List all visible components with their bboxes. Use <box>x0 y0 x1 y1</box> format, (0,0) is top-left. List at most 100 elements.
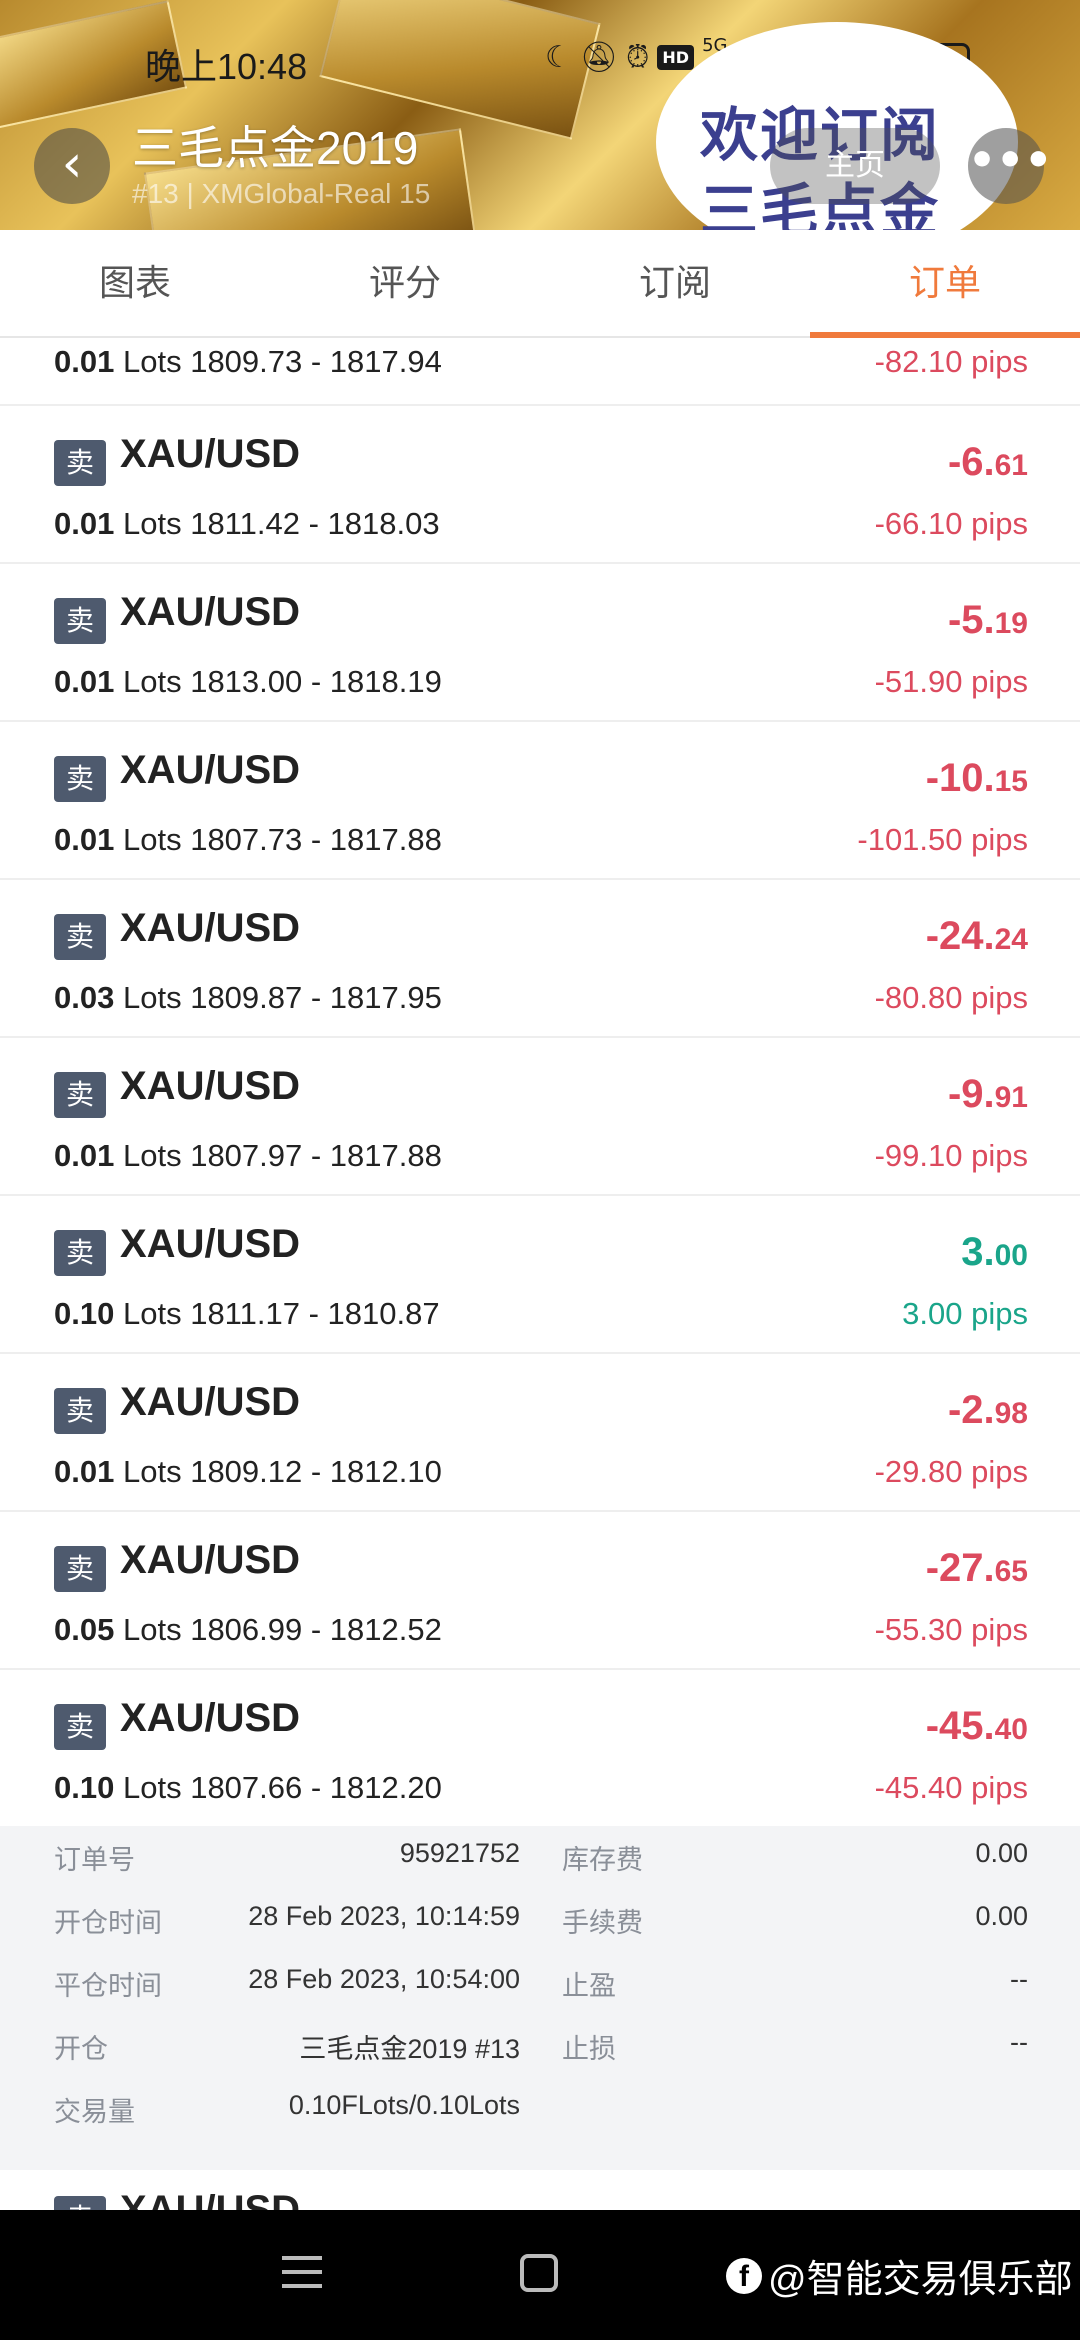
order-row[interactable]: 卖 XAU/USD 0.10 Lots 1811.17 - 1810.87 3.00 3… <box>0 1196 1080 1354</box>
lots-unit: Lots <box>122 1454 182 1489</box>
order-pips: -66.10 pips <box>874 506 1028 541</box>
order-lots-prices: 0.03 Lots 1809.87 - 1817.95 <box>54 980 442 1016</box>
detail-value: -- <box>1010 1964 1028 1994</box>
tab-bar: 图表 评分 订阅 订单 <box>0 230 1080 338</box>
profit-decimal: 91 <box>994 1081 1028 1114</box>
sell-badge: 卖 <box>54 1388 106 1434</box>
status-time: 晚上10:48 <box>145 46 308 87</box>
lots-value: 0.01 <box>54 1454 115 1489</box>
lots-value: 0.10 <box>54 1770 115 1805</box>
detail-row: 交易量 0.10FLots/0.10Lots <box>0 2090 1080 2153</box>
system-nav-bar: f @智能交易俱乐部 <box>0 2210 1080 2340</box>
sell-badge: 卖 <box>54 598 106 644</box>
order-row[interactable]: 卖 XAU/USD 0.05 Lots 1806.99 - 1812.52 -27.6… <box>0 1512 1080 1670</box>
tab-chart[interactable]: 图表 <box>0 230 270 336</box>
detail-value: 28 Feb 2023, 10:54:00 <box>248 1964 520 1994</box>
detail-label: 止盈 <box>562 1971 616 2001</box>
order-list: 0.01 Lots 1809.73 - 1817.94 -82.10 pips … <box>0 340 1080 1828</box>
order-pips: -51.90 pips <box>874 664 1028 699</box>
profit-integer: -24. <box>925 914 995 958</box>
tab-rating[interactable]: 评分 <box>270 230 540 336</box>
lots-unit: Lots <box>122 822 182 857</box>
detail-label: 交易量 <box>54 2097 135 2127</box>
menu-icon[interactable] <box>282 2256 322 2292</box>
order-row[interactable]: 卖 XAU/USD 0.03 Lots 1809.87 - 1817.95 -24.2… <box>0 880 1080 1038</box>
detail-row: 平仓时间 28 Feb 2023, 10:54:00 止盈 -- <box>0 1964 1080 2027</box>
lots-unit: Lots <box>122 980 182 1015</box>
more-options-icon[interactable]: ••• <box>968 128 1052 204</box>
lots-value: 0.01 <box>54 664 115 699</box>
price-range: 1807.73 - 1817.88 <box>190 822 442 857</box>
detail-value: 28 Feb 2023, 10:14:59 <box>248 1901 520 1931</box>
detail-value: 三毛点金2019 #13 <box>299 2034 520 2064</box>
profit-integer: -45. <box>925 1704 995 1748</box>
detail-label: 手续费 <box>562 1908 643 1938</box>
alarm-icon: ⏰︎ <box>626 40 650 75</box>
order-profit: -24.24 <box>926 914 1028 959</box>
profit-integer: -6. <box>947 440 995 484</box>
sell-badge: 卖 <box>54 756 106 802</box>
detail-label: 开仓 <box>54 2034 108 2064</box>
order-profit: -10.15 <box>926 756 1028 801</box>
order-lots-prices: 0.01 Lots 1809.12 - 1812.10 <box>54 1454 442 1490</box>
home-button[interactable]: 主页 <box>770 128 940 204</box>
order-row[interactable]: 卖 XAU/USD 0.01 Lots 1807.73 - 1817.88 -10.1… <box>0 722 1080 880</box>
sell-badge: 卖 <box>54 440 106 486</box>
watermark-text: @智能交易俱乐部 <box>768 2259 1073 2301</box>
order-profit: -9.91 <box>948 1072 1028 1117</box>
back-button[interactable]: ‹ <box>34 128 110 204</box>
detail-row: 开仓 三毛点金2019 #13 止损 -- <box>0 2027 1080 2090</box>
order-pips: -80.80 pips <box>874 980 1028 1015</box>
profit-decimal: 00 <box>994 1239 1028 1272</box>
detail-row: 订单号 95921752 库存费 0.00 <box>0 1838 1080 1901</box>
order-profit: -27.65 <box>926 1546 1028 1591</box>
sell-badge: 卖 <box>54 1072 106 1118</box>
detail-label: 库存费 <box>562 1845 643 1875</box>
lots-value: 0.01 <box>54 1138 115 1173</box>
order-symbol: XAU/USD <box>120 432 301 476</box>
lots-value: 0.10 <box>54 1296 115 1331</box>
order-row[interactable]: 卖 XAU/USD 0.10 Lots 1807.66 - 1812.20 -45.4… <box>0 1670 1080 1828</box>
detail-label: 开仓时间 <box>54 1908 162 1938</box>
profit-integer: -5. <box>947 598 995 642</box>
order-row[interactable]: 卖 XAU/USD <box>0 2170 1080 2210</box>
lots-value: 0.01 <box>54 506 115 541</box>
order-symbol: XAU/USD <box>120 2188 301 2210</box>
order-row[interactable]: 卖 XAU/USD 0.01 Lots 1807.97 - 1817.88 -9.91… <box>0 1038 1080 1196</box>
order-lots-prices: 0.01 Lots 1807.97 - 1817.88 <box>54 1138 442 1174</box>
order-row[interactable]: 0.01 Lots 1809.73 - 1817.94 -82.10 pips <box>0 340 1080 406</box>
hd-badge: HD <box>657 45 695 70</box>
mute-bell-icon: 🔕︎ <box>579 40 618 75</box>
price-range: 1811.17 - 1810.87 <box>190 1296 440 1331</box>
price-range: 1809.87 - 1817.95 <box>190 980 442 1015</box>
lots-unit: Lots <box>122 1612 182 1647</box>
order-lots-prices: 0.01 Lots 1813.00 - 1818.19 <box>54 664 442 700</box>
order-row[interactable]: 卖 XAU/USD 0.01 Lots 1811.42 - 1818.03 -6.61… <box>0 406 1080 564</box>
order-pips: -55.30 pips <box>874 1612 1028 1647</box>
price-range: 1807.97 - 1817.88 <box>190 1138 442 1173</box>
order-detail-panel: 订单号 95921752 库存费 0.00 开仓时间 28 Feb 2023, … <box>0 1826 1080 2170</box>
app-screen: 晚上10:48 ☾ 🔕︎ ⏰︎ HD 5G HD 4G 29 ‹ 三毛点金201… <box>0 0 1080 2340</box>
tab-orders[interactable]: 订单 <box>810 230 1080 338</box>
detail-label: 止损 <box>562 2034 616 2064</box>
order-row[interactable]: 卖 XAU/USD 0.01 Lots 1809.12 - 1812.10 -2.98… <box>0 1354 1080 1512</box>
home-square-icon[interactable] <box>520 2254 558 2292</box>
facebook-icon: f <box>726 2257 762 2294</box>
profit-decimal: 19 <box>994 607 1028 640</box>
price-range: 1807.66 - 1812.20 <box>190 1770 442 1805</box>
lots-value: 0.01 <box>54 344 115 379</box>
account-subtitle: #13 | XMGlobal-Real 15 <box>132 178 431 209</box>
order-symbol: XAU/USD <box>120 1538 301 1582</box>
profit-decimal: 98 <box>994 1397 1028 1430</box>
tab-subscribe[interactable]: 订阅 <box>540 230 810 336</box>
detail-label: 平仓时间 <box>54 1971 162 2001</box>
order-pips: -101.50 pips <box>857 822 1028 857</box>
price-range: 1806.99 - 1812.52 <box>190 1612 442 1647</box>
detail-label: 订单号 <box>54 1845 135 1875</box>
order-symbol: XAU/USD <box>120 1696 301 1740</box>
order-lots-prices: 0.01 Lots 1809.73 - 1817.94 <box>54 344 442 380</box>
order-row[interactable]: 卖 XAU/USD 0.01 Lots 1813.00 - 1818.19 -5.19… <box>0 564 1080 722</box>
order-pips: -82.10 pips <box>874 344 1028 379</box>
profit-decimal: 40 <box>994 1713 1028 1746</box>
lots-unit: Lots <box>122 344 182 379</box>
